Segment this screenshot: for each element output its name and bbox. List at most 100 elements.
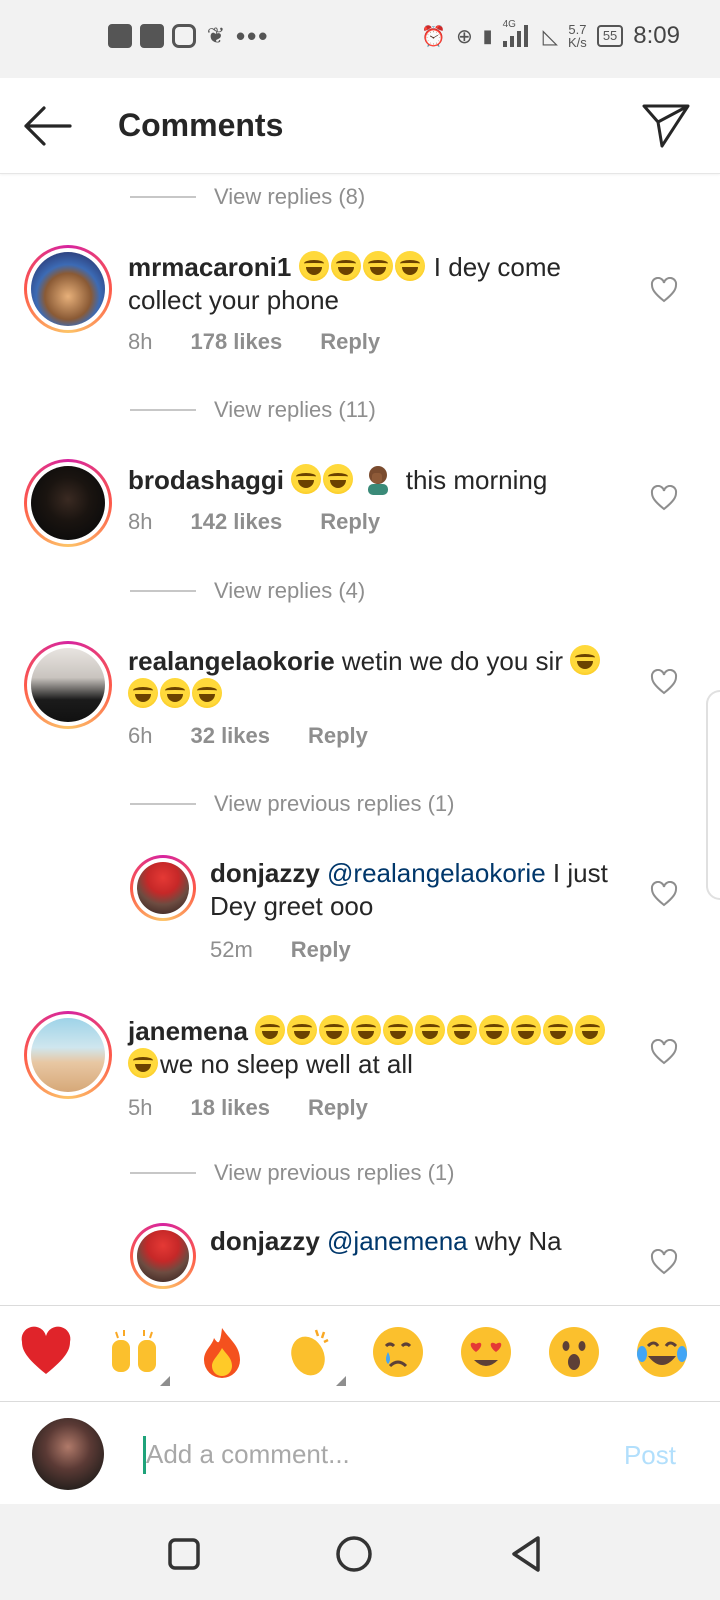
reply-button[interactable]: Reply bbox=[291, 937, 351, 963]
laughing-emoji-icon bbox=[479, 1015, 510, 1045]
comment-meta: 8h 142 likes Reply bbox=[128, 509, 418, 535]
avatar[interactable] bbox=[24, 459, 112, 547]
quick-reactions-bar bbox=[0, 1305, 720, 1401]
reply-button[interactable]: Reply bbox=[308, 1095, 368, 1121]
notification-icons: ❦ ••• bbox=[108, 21, 270, 51]
heart-emoji-button[interactable] bbox=[18, 1324, 74, 1380]
comments-header: Comments bbox=[0, 78, 720, 174]
comment-username[interactable]: brodashaggi bbox=[128, 465, 284, 495]
fire-emoji-button[interactable] bbox=[194, 1324, 250, 1380]
comment-text: realangelaokorie wetin we do you sir bbox=[128, 645, 618, 711]
comment-username[interactable]: donjazzy bbox=[210, 858, 320, 888]
comment-username[interactable]: realangelaokorie bbox=[128, 646, 335, 676]
comment-text: mrmacaroni1 I dey come collect your phon… bbox=[128, 251, 628, 317]
laughing-emoji-icon bbox=[570, 645, 601, 675]
like-heart-icon[interactable] bbox=[650, 1039, 678, 1065]
comment-username[interactable]: janemena bbox=[128, 1016, 248, 1046]
instagram-icon bbox=[172, 24, 196, 48]
comment-body: wetin we do you sir bbox=[341, 646, 563, 676]
like-heart-icon[interactable] bbox=[650, 277, 678, 303]
wifi-off-icon: ◺ bbox=[542, 25, 559, 48]
reply-button[interactable]: Reply bbox=[320, 509, 380, 535]
comment-text: janemena we no sleep well at all bbox=[128, 1015, 618, 1081]
twitter-icon: ❦ bbox=[206, 23, 226, 48]
page-title: Comments bbox=[118, 107, 284, 143]
reply-button[interactable]: Reply bbox=[320, 329, 380, 355]
comment-meta: 5h 18 likes Reply bbox=[128, 1095, 406, 1121]
avatar[interactable] bbox=[130, 855, 196, 921]
mention-link[interactable]: @janemena bbox=[327, 1226, 468, 1256]
laughing-emoji-icon bbox=[575, 1015, 606, 1045]
view-replies-toggle[interactable]: View replies (8) bbox=[130, 177, 365, 217]
network-speed: 5.7 K/s bbox=[568, 22, 587, 50]
laughing-emoji-icon bbox=[330, 251, 361, 281]
laughing-emoji-icon bbox=[394, 251, 425, 281]
recent-apps-icon[interactable] bbox=[164, 1534, 204, 1574]
post-button[interactable]: Post bbox=[624, 1440, 676, 1471]
direct-message-icon[interactable] bbox=[640, 100, 692, 150]
avatar[interactable] bbox=[24, 1011, 112, 1099]
avatar[interactable] bbox=[24, 641, 112, 729]
surprised-face-emoji-button[interactable] bbox=[546, 1324, 602, 1380]
mention-link[interactable]: @realangelaokorie bbox=[327, 858, 546, 888]
laughing-emoji-icon bbox=[255, 1015, 286, 1045]
back-nav-icon[interactable] bbox=[506, 1534, 546, 1574]
comment-meta: 52m Reply bbox=[210, 937, 389, 963]
comment-time: 52m bbox=[210, 937, 253, 962]
system-navigation-bar bbox=[0, 1504, 720, 1600]
reply-button[interactable]: Reply bbox=[308, 723, 368, 749]
comment-username[interactable]: mrmacaroni1 bbox=[128, 252, 291, 282]
view-previous-replies-toggle[interactable]: View previous replies (1) bbox=[130, 1153, 454, 1193]
laughing-emoji-icon bbox=[543, 1015, 574, 1045]
comment-body: we no sleep well at all bbox=[160, 1049, 413, 1079]
network-type: 4G bbox=[502, 19, 516, 30]
comment-time: 8h bbox=[128, 329, 153, 354]
like-heart-icon[interactable] bbox=[650, 1249, 678, 1275]
comment-text: donjazzy @realangelaokorie I just Dey gr… bbox=[210, 857, 610, 923]
clapping-hands-emoji-button[interactable] bbox=[282, 1324, 346, 1386]
facebook-icon bbox=[140, 24, 164, 48]
comment-username[interactable]: donjazzy bbox=[210, 1226, 320, 1256]
comment-likes[interactable]: 32 likes bbox=[190, 723, 270, 749]
comment-input[interactable] bbox=[146, 1432, 586, 1476]
laughing-emoji-icon bbox=[362, 251, 393, 281]
facepalm-emoji-icon bbox=[368, 466, 389, 495]
avatar[interactable] bbox=[130, 1223, 196, 1289]
laughing-emoji-icon bbox=[351, 1015, 382, 1045]
comment-likes[interactable]: 142 likes bbox=[190, 509, 282, 535]
system-status: ⏰ ⊕ ▮ 4G ◺ 5.7 K/s 55 8:09 bbox=[421, 19, 680, 50]
tears-of-joy-emoji-button[interactable] bbox=[634, 1324, 690, 1380]
current-user-avatar bbox=[32, 1418, 104, 1490]
like-heart-icon[interactable] bbox=[650, 881, 678, 907]
avatar[interactable] bbox=[24, 245, 112, 333]
laughing-emoji-icon bbox=[319, 1015, 350, 1045]
data-saver-icon: ⊕ bbox=[455, 25, 473, 48]
laughing-emoji-icon bbox=[160, 678, 190, 708]
comment-time: 8h bbox=[128, 509, 153, 534]
laughing-emoji-icon bbox=[291, 464, 322, 494]
more-notifications-icon: ••• bbox=[236, 21, 270, 51]
like-heart-icon[interactable] bbox=[650, 485, 678, 511]
comment-composer: Post bbox=[0, 1401, 720, 1504]
home-icon[interactable] bbox=[334, 1534, 374, 1574]
view-previous-replies-toggle[interactable]: View previous replies (1) bbox=[130, 784, 454, 824]
comment-likes[interactable]: 18 likes bbox=[190, 1095, 270, 1121]
laughing-emoji-icon bbox=[383, 1015, 414, 1045]
view-replies-toggle[interactable]: View replies (11) bbox=[130, 390, 376, 430]
like-heart-icon[interactable] bbox=[650, 669, 678, 695]
comments-list[interactable]: View replies (8) mrmacaroni1 I dey come … bbox=[0, 175, 720, 1305]
laughing-emoji-icon bbox=[287, 1015, 318, 1045]
laughing-emoji-icon bbox=[128, 1048, 158, 1078]
heart-eyes-emoji-button[interactable] bbox=[458, 1324, 514, 1380]
laughing-emoji-icon bbox=[323, 464, 354, 494]
crying-face-emoji-button[interactable] bbox=[370, 1324, 426, 1380]
alarm-icon: ⏰ bbox=[421, 25, 446, 48]
status-bar: ❦ ••• ⏰ ⊕ ▮ 4G ◺ 5.7 K/s 55 8:09 bbox=[0, 0, 720, 78]
comment-likes[interactable]: 178 likes bbox=[190, 329, 282, 355]
view-replies-toggle[interactable]: View replies (4) bbox=[130, 571, 365, 611]
side-panel-handle[interactable] bbox=[706, 690, 720, 900]
laughing-emoji-icon bbox=[298, 251, 329, 281]
raised-hands-emoji-button[interactable] bbox=[106, 1324, 170, 1386]
comment-time: 5h bbox=[128, 1095, 153, 1120]
back-arrow-icon[interactable] bbox=[20, 104, 74, 148]
